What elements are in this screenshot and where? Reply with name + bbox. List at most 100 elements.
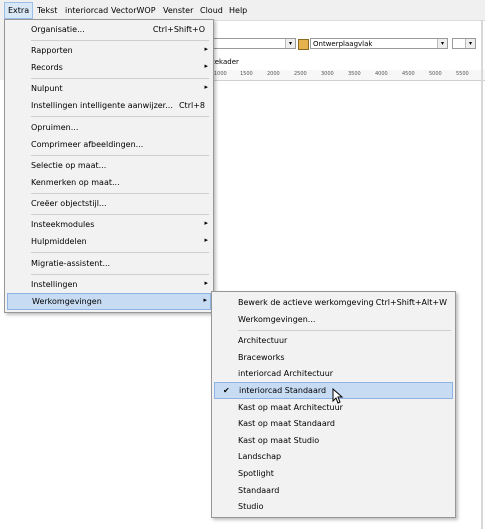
- ruler-label: 3000: [321, 71, 334, 77]
- menu-item-braceworks[interactable]: Braceworks: [214, 350, 453, 366]
- mouse-pointer-icon: [332, 388, 344, 404]
- layer-combo[interactable]: Ontwerplaagvlak ▾: [310, 38, 448, 49]
- menu-item-opruimen[interactable]: Opruimen...: [7, 120, 211, 136]
- menu-item-label: Kast op maat Studio: [238, 436, 320, 445]
- menu-separator: [238, 330, 451, 331]
- submenu-arrow-icon: ▸: [204, 45, 208, 53]
- menu-item-label: Insteekmodules: [31, 220, 95, 229]
- menu-item-werkomgevingen-dialog[interactable]: Werkomgevingen...: [214, 312, 453, 328]
- menu-item-records[interactable]: Records ▸: [7, 60, 211, 76]
- menu-item-standaard[interactable]: Standaard: [214, 483, 453, 499]
- ruler-label: 1000: [214, 71, 227, 77]
- menu-item-label: Kast op maat Standaard: [238, 419, 335, 428]
- submenu-arrow-icon: ▸: [204, 219, 208, 227]
- menu-item-label: Instellingen: [31, 280, 78, 289]
- menu-item-shortcut: Ctrl+Shift+Alt+W: [375, 298, 447, 307]
- menu-item-landschap[interactable]: Landschap: [214, 449, 453, 465]
- menu-item-label: Instellingen intelligente aanwijzer...: [31, 101, 173, 110]
- menu-separator: [31, 40, 209, 41]
- menu-item-organisatie[interactable]: Organisatie... Ctrl+Shift+O: [7, 22, 211, 38]
- drawing-tab-label[interactable]: tekader: [212, 58, 239, 66]
- ruler-label: 3500: [348, 71, 361, 77]
- menu-tekst[interactable]: Tekst: [34, 4, 60, 17]
- ruler-label: 4500: [402, 71, 415, 77]
- menu-item-label: Rapporten: [31, 46, 73, 55]
- menu-item-instellingen-aanwijzer[interactable]: Instellingen intelligente aanwijzer... C…: [7, 98, 211, 114]
- menu-item-architectuur[interactable]: Architectuur: [214, 333, 453, 349]
- menu-item-bewerk-actieve-werkomgeving[interactable]: Bewerk de actieve werkomgeving Ctrl+Shif…: [214, 295, 453, 311]
- extra-menu: Organisatie... Ctrl+Shift+O Rapporten ▸ …: [4, 19, 214, 313]
- menu-item-spotlight[interactable]: Spotlight: [214, 466, 453, 482]
- chevron-down-icon: ▾: [285, 39, 295, 48]
- menu-item-comprimeer-afbeeldingen[interactable]: Comprimeer afbeeldingen...: [7, 137, 211, 153]
- menu-item-label: Landschap: [238, 452, 282, 461]
- menu-item-interiorcad-architectuur[interactable]: interiorcad Architectuur: [214, 366, 453, 382]
- menu-item-label: Comprimeer afbeeldingen...: [31, 140, 144, 149]
- menu-item-label: Opruimen...: [31, 123, 79, 132]
- menu-item-werkomgevingen[interactable]: Werkomgevingen ▸: [7, 293, 211, 310]
- checkmark-icon: ✔: [223, 386, 230, 395]
- menu-cloud[interactable]: Cloud: [197, 4, 226, 17]
- menu-item-kenmerken-op-maat[interactable]: Kenmerken op maat...: [7, 175, 211, 191]
- menu-separator: [31, 116, 209, 117]
- ruler-label: 2000: [267, 71, 280, 77]
- submenu-arrow-icon: ▸: [204, 83, 208, 91]
- menu-item-label: Werkomgevingen...: [238, 315, 316, 324]
- menu-item-label: Kast op maat Architectuur: [238, 403, 343, 412]
- menu-item-label: Organisatie...: [31, 25, 85, 34]
- menu-item-label: Architectuur: [238, 336, 288, 345]
- menu-item-label: Standaard: [238, 486, 280, 495]
- menu-item-label: Selectie op maat...: [31, 161, 107, 170]
- menu-item-kast-op-maat-standaard[interactable]: Kast op maat Standaard: [214, 416, 453, 432]
- menu-help[interactable]: Help: [226, 4, 250, 17]
- menu-separator: [31, 78, 209, 79]
- chevron-down-icon: ▾: [465, 39, 475, 48]
- menu-venster[interactable]: Venster: [160, 4, 196, 17]
- layer-icon[interactable]: [298, 39, 309, 50]
- menu-interiorcad[interactable]: interiorcad: [62, 4, 111, 17]
- menu-extra[interactable]: Extra: [4, 2, 34, 19]
- ruler-label: 5500: [456, 71, 469, 77]
- class-options-combo[interactable]: ▾: [452, 38, 476, 49]
- menu-item-label: Nulpunt: [31, 84, 63, 93]
- menu-item-insteekmodules[interactable]: Insteekmodules ▸: [7, 217, 211, 233]
- application-window: Extra Tekst interiorcad VectorWOP Venste…: [0, 0, 485, 531]
- ruler-label: 2500: [294, 71, 307, 77]
- menu-vectorwop[interactable]: VectorWOP: [108, 4, 159, 17]
- left-combo[interactable]: ▾: [212, 38, 296, 49]
- menu-item-label: Braceworks: [238, 353, 285, 362]
- menu-item-label: Kenmerken op maat...: [31, 178, 120, 187]
- menu-item-instellingen[interactable]: Instellingen ▸: [7, 277, 211, 293]
- menu-item-label: Migratie-assistent...: [31, 259, 111, 268]
- canvas-border: [481, 20, 483, 529]
- menu-item-creeer-objectstijl[interactable]: Creëer objectstijl...: [7, 196, 211, 212]
- ruler-label: 1500: [240, 71, 253, 77]
- view-toolbar: ▾ Ontwerplaagvlak ▾ ▾: [212, 36, 485, 52]
- menu-item-label: Records: [31, 63, 63, 72]
- menu-item-label: Werkomgevingen: [32, 297, 102, 306]
- ruler-label: 4000: [375, 71, 388, 77]
- chevron-down-icon: ▾: [437, 39, 447, 48]
- menu-separator: [31, 193, 209, 194]
- menu-item-selectie-op-maat[interactable]: Selectie op maat...: [7, 158, 211, 174]
- menu-item-studio[interactable]: Studio: [214, 499, 453, 515]
- menu-separator: [31, 155, 209, 156]
- menu-item-label: interiorcad Standaard: [239, 386, 327, 395]
- submenu-arrow-icon: ▸: [204, 279, 208, 287]
- werkomgevingen-submenu: Bewerk de actieve werkomgeving Ctrl+Shif…: [211, 291, 456, 518]
- submenu-arrow-icon: ▸: [204, 62, 208, 70]
- ruler-label: 5000: [429, 71, 442, 77]
- menu-separator: [31, 252, 209, 253]
- menu-separator: [31, 214, 209, 215]
- menu-separator: [31, 274, 209, 275]
- menu-item-migratie-assistent[interactable]: Migratie-assistent...: [7, 256, 211, 272]
- menu-item-kast-op-maat-studio[interactable]: Kast op maat Studio: [214, 433, 453, 449]
- menu-item-label: Spotlight: [238, 469, 274, 478]
- menu-item-hulpmiddelen[interactable]: Hulpmiddelen ▸: [7, 234, 211, 250]
- menu-item-shortcut: Ctrl+Shift+O: [152, 25, 205, 34]
- menu-item-rapporten[interactable]: Rapporten ▸: [7, 43, 211, 59]
- menu-item-label: Hulpmiddelen: [31, 237, 87, 246]
- menu-item-label: Studio: [238, 502, 264, 511]
- menu-item-nulpunt[interactable]: Nulpunt ▸: [7, 81, 211, 97]
- layer-combo-value: Ontwerplaagvlak: [313, 40, 373, 48]
